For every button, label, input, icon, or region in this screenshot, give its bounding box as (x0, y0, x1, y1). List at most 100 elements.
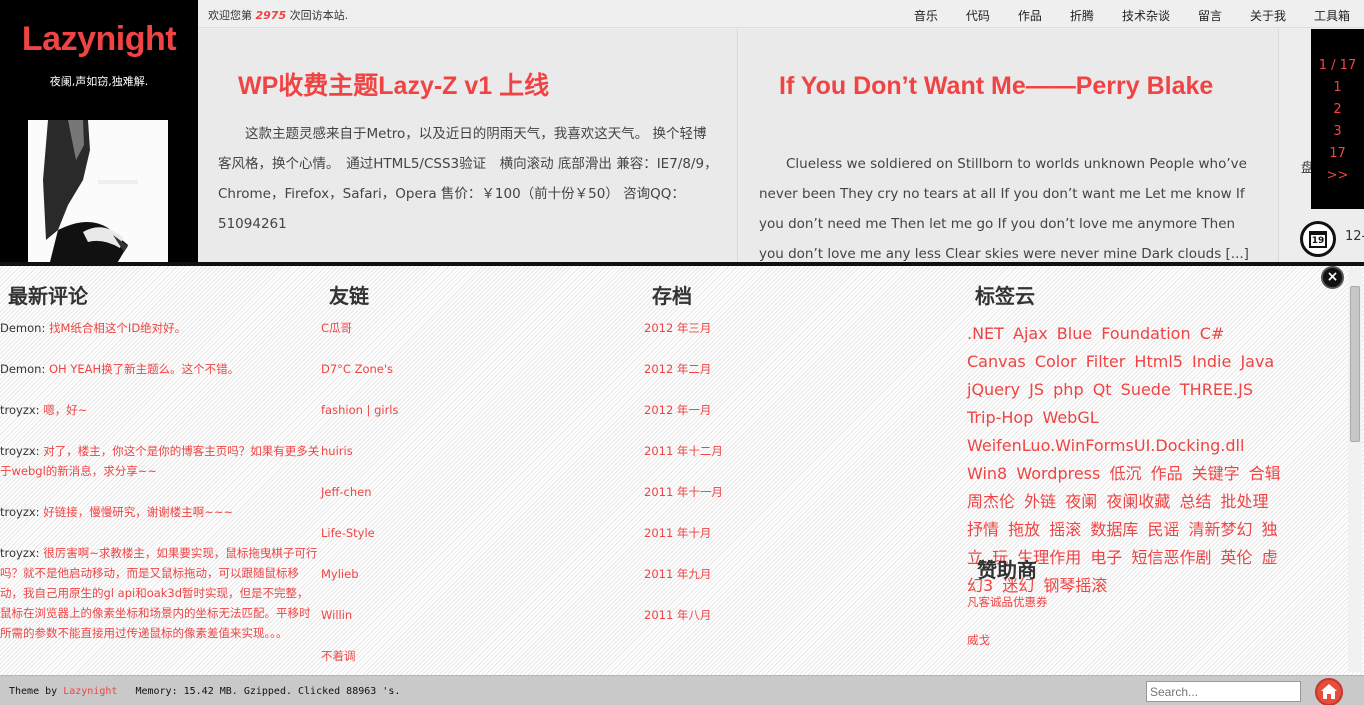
nav-guestbook[interactable]: 留言 (1198, 0, 1222, 28)
blogroll-link[interactable]: huiris (321, 441, 399, 461)
archive-link[interactable]: 2012 年一月 (644, 400, 723, 420)
tag-link[interactable]: Qt (1093, 380, 1112, 399)
tag-link[interactable]: Wordpress (1016, 464, 1100, 483)
comment-item[interactable]: troyzx: 很厉害啊~求教楼主，如果要实现，鼠标拖曳棋子可行吗？就不是他启动… (0, 543, 320, 643)
comment-item[interactable]: Demon: 找M纸合相这个ID绝对好。 (0, 318, 320, 338)
tag-link[interactable]: 总结 (1179, 492, 1211, 511)
blogroll-link[interactable]: 不着调 (321, 646, 399, 666)
tag-link[interactable]: 民谣 (1147, 520, 1179, 539)
tag-link[interactable]: 夜阑收藏 (1106, 492, 1170, 511)
comment-text[interactable]: 嗯，好~ (43, 403, 87, 417)
tag-link[interactable]: 周杰伦 (967, 492, 1015, 511)
tag-link[interactable]: 英伦 (1221, 548, 1253, 567)
tag-link[interactable]: Trip-Hop (967, 408, 1033, 427)
tag-link[interactable]: WebGL (1042, 408, 1098, 427)
tag-link[interactable]: 清新梦幻 (1189, 520, 1253, 539)
tag-link[interactable]: Blue (1057, 324, 1092, 343)
archive-link[interactable]: 2011 年八月 (644, 605, 723, 625)
nav-code[interactable]: 代码 (966, 0, 990, 28)
post-title[interactable]: If You Don’t Want Me——Perry Blake (779, 71, 1249, 101)
blogroll-link[interactable]: Life-Style (321, 523, 399, 543)
tag-link[interactable]: Win8 (967, 464, 1007, 483)
tag-link[interactable]: 关键字 (1192, 464, 1240, 483)
sponsor-link[interactable]: 威戈 (967, 632, 1048, 648)
tag-link[interactable]: 作品 (1151, 464, 1183, 483)
tag-link[interactable]: Foundation (1101, 324, 1190, 343)
tag-link[interactable]: WeifenLuo.WinFormsUI.Docking.dll (967, 436, 1244, 455)
comment-item[interactable]: troyzx: 好链接，慢慢研究，谢谢楼主啊~~~ (0, 502, 320, 522)
nav-tinker[interactable]: 折腾 (1070, 0, 1094, 28)
tag-link[interactable]: 批处理 (1221, 492, 1269, 511)
blogroll-link[interactable]: D7°C Zone's (321, 359, 399, 379)
tag-link[interactable]: 数据库 (1090, 520, 1138, 539)
avatar-image (28, 120, 168, 262)
tag-link[interactable]: Suede (1121, 380, 1171, 399)
post-title[interactable]: WP收费主题Lazy-Z v1 上线 (238, 71, 718, 101)
page-link[interactable]: 1 (1311, 77, 1364, 99)
nav-works[interactable]: 作品 (1018, 0, 1042, 28)
tag-link[interactable]: THREE.JS (1180, 380, 1253, 399)
tag-link[interactable]: Ajax (1013, 324, 1048, 343)
next-page-link[interactable]: >> (1311, 165, 1364, 187)
archive-link[interactable]: 2011 年十一月 (644, 482, 723, 502)
comment-text[interactable]: 好链接，慢慢研究，谢谢楼主啊~~~ (43, 505, 233, 519)
tag-link[interactable]: 钢琴摇滚 (1043, 576, 1107, 595)
page-link[interactable]: 2 (1311, 99, 1364, 121)
tag-link[interactable]: 短信恶作剧 (1131, 548, 1211, 567)
tag-link[interactable]: 合辑 (1249, 464, 1281, 483)
page-link[interactable]: 17 (1311, 143, 1364, 165)
tag-link[interactable]: Indie (1192, 352, 1231, 371)
theme-author-link[interactable]: Lazynight (63, 686, 117, 697)
nav-about[interactable]: 关于我 (1250, 0, 1286, 28)
search-input[interactable] (1146, 681, 1301, 702)
tag-link[interactable]: JS (1029, 380, 1044, 399)
blogroll-link[interactable]: Willin (321, 605, 399, 625)
sponsor-link[interactable]: 凡客诚品优惠券 (967, 594, 1048, 610)
tag-link[interactable]: jQuery (967, 380, 1020, 399)
blogroll-link[interactable]: fashion | girls (321, 400, 399, 420)
tag-link[interactable]: 电子 (1090, 548, 1122, 567)
archive-link[interactable]: 2011 年九月 (644, 564, 723, 584)
nav-music[interactable]: 音乐 (914, 0, 938, 28)
tag-link[interactable]: Color (1035, 352, 1077, 371)
tag-link[interactable]: .NET (967, 324, 1004, 343)
comment-text[interactable]: 找M纸合相这个ID绝对好。 (49, 321, 186, 335)
widget-title: 最新评论 (8, 286, 88, 308)
archive-link[interactable]: 2011 年十月 (644, 523, 723, 543)
tag-link[interactable]: 外链 (1024, 492, 1056, 511)
comment-author: Demon: (0, 362, 46, 376)
comment-text[interactable]: 很厉害啊~求教楼主，如果要实现，鼠标拖曳棋子可行吗？就不是他启动移动，而是又鼠标… (0, 546, 317, 640)
close-icon[interactable]: × (1321, 266, 1344, 289)
tag-link[interactable]: 低沉 (1109, 464, 1141, 483)
comment-item[interactable]: troyzx: 对了，楼主，你这个是你的博客主页吗？如果有更多关于webgl的新… (0, 441, 320, 481)
tag-link[interactable]: Filter (1086, 352, 1126, 371)
nav-tech[interactable]: 技术杂谈 (1122, 0, 1170, 28)
blogroll-link[interactable]: C瓜哥 (321, 318, 399, 338)
home-icon[interactable] (1315, 678, 1343, 705)
nav-toolbox[interactable]: 工具箱 (1314, 0, 1350, 28)
tag-link[interactable]: Java (1240, 352, 1274, 371)
comment-text[interactable]: 对了，楼主，你这个是你的博客主页吗？如果有更多关于webgl的新消息，求分享~~ (0, 444, 319, 478)
page-indicator: 1 / 17 (1318, 58, 1357, 73)
blogroll-link[interactable]: Mylieb (321, 564, 399, 584)
tag-link[interactable]: 夜阑 (1065, 492, 1097, 511)
site-title[interactable]: Lazynight (0, 0, 198, 59)
panel-scrollbar[interactable] (1348, 268, 1362, 672)
comment-item[interactable]: Demon: OH YEAH换了新主题么。这个不错。 (0, 359, 320, 379)
tag-link[interactable]: Html5 (1134, 352, 1183, 371)
tag-link[interactable]: Canvas (967, 352, 1026, 371)
archive-link[interactable]: 2011 年十二月 (644, 441, 723, 461)
tag-link[interactable]: 抒情 (967, 520, 999, 539)
tag-link[interactable]: C# (1200, 324, 1225, 343)
tag-link[interactable]: 摇滚 (1049, 520, 1081, 539)
comment-text[interactable]: OH YEAH换了新主题么。这个不错。 (49, 362, 239, 376)
blogroll-link[interactable]: Jeff-chen (321, 482, 399, 502)
tag-link[interactable]: php (1053, 380, 1083, 399)
archive-link[interactable]: 2012 年二月 (644, 359, 723, 379)
page-link[interactable]: 3 (1311, 121, 1364, 143)
scrollbar-thumb[interactable] (1350, 286, 1360, 442)
tag-link[interactable]: 拖放 (1008, 520, 1040, 539)
calendar-icon[interactable]: 19 (1300, 221, 1336, 257)
archive-link[interactable]: 2012 年三月 (644, 318, 723, 338)
comment-item[interactable]: troyzx: 嗯，好~ (0, 400, 320, 420)
